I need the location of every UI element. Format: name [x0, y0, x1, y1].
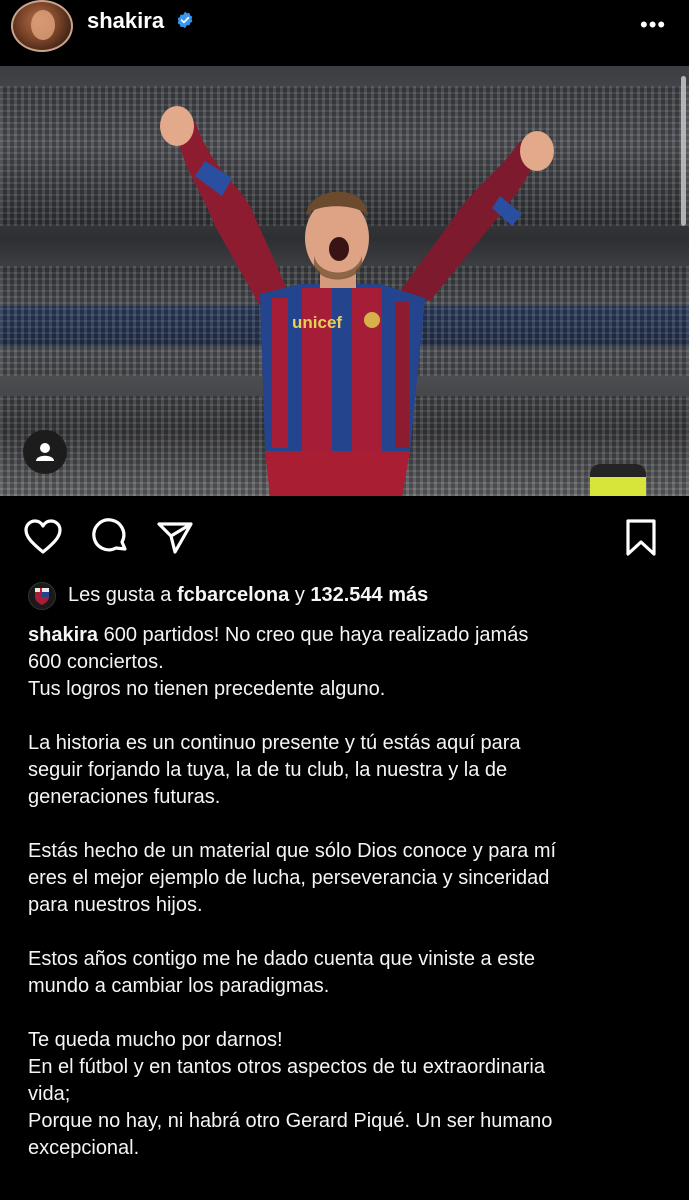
- caption-line: shakira 600 partidos! No creo que haya r…: [28, 624, 529, 646]
- post-image[interactable]: unicef: [0, 66, 689, 496]
- caption-line: Estás hecho de un material que sólo Dios…: [28, 840, 557, 862]
- likes-prefix: Les gusta a: [68, 584, 172, 606]
- post-username[interactable]: shakira: [87, 8, 164, 34]
- profile-avatar[interactable]: [11, 0, 73, 52]
- verified-badge-icon: [177, 11, 193, 29]
- caption-line: Porque no hay, ni habrá otro Gerard Piqu…: [28, 1110, 553, 1132]
- caption-line: seguir forjando la tuya, la de tu club, …: [28, 759, 508, 781]
- image-scroll-indicator: [681, 76, 686, 226]
- caption-line: Estos años contigo me he dado cuenta que…: [28, 948, 536, 970]
- comment-icon[interactable]: [89, 516, 131, 558]
- caption-line: excepcional.: [28, 1137, 140, 1159]
- person-tag-icon[interactable]: [23, 430, 67, 474]
- post-actions-bar: [0, 510, 689, 566]
- post-header: shakira •••: [0, 0, 689, 64]
- caption-username[interactable]: shakira: [28, 624, 98, 646]
- svg-text:unicef: unicef: [292, 313, 342, 332]
- likes-connector: y: [294, 584, 305, 606]
- caption-line: eres el mejor ejemplo de lucha, persever…: [28, 867, 550, 889]
- caption-line: Te queda mucho por darnos!: [28, 1029, 283, 1051]
- caption-line: La historia es un continuo presente y tú…: [28, 732, 521, 754]
- caption-line: generaciones futuras.: [28, 786, 221, 808]
- caption-line: mundo a cambiar los paradigmas.: [28, 975, 330, 997]
- share-icon[interactable]: [154, 516, 196, 558]
- caption-line: vida;: [28, 1083, 71, 1105]
- caption-line: para nuestros hijos.: [28, 894, 203, 916]
- post-caption: shakira 600 partidos! No creo que haya r…: [28, 622, 668, 1162]
- referee-figure: [590, 464, 646, 496]
- caption-line: En el fútbol y en tantos otros aspectos …: [28, 1056, 545, 1078]
- bookmark-icon[interactable]: [620, 516, 662, 558]
- likes-account-link[interactable]: fcbarcelona: [177, 584, 289, 606]
- player-figure: unicef: [160, 106, 554, 496]
- heart-icon[interactable]: [22, 516, 64, 558]
- fcbarcelona-avatar[interactable]: [28, 582, 56, 610]
- caption-line: Tus logros no tienen precedente alguno.: [28, 678, 386, 700]
- likes-count[interactable]: 132.544 más: [310, 584, 428, 606]
- likes-summary[interactable]: Les gusta a fcbarcelona y 132.544 más: [28, 580, 668, 610]
- more-options-icon[interactable]: •••: [640, 12, 666, 38]
- caption-line: 600 conciertos.: [28, 651, 164, 673]
